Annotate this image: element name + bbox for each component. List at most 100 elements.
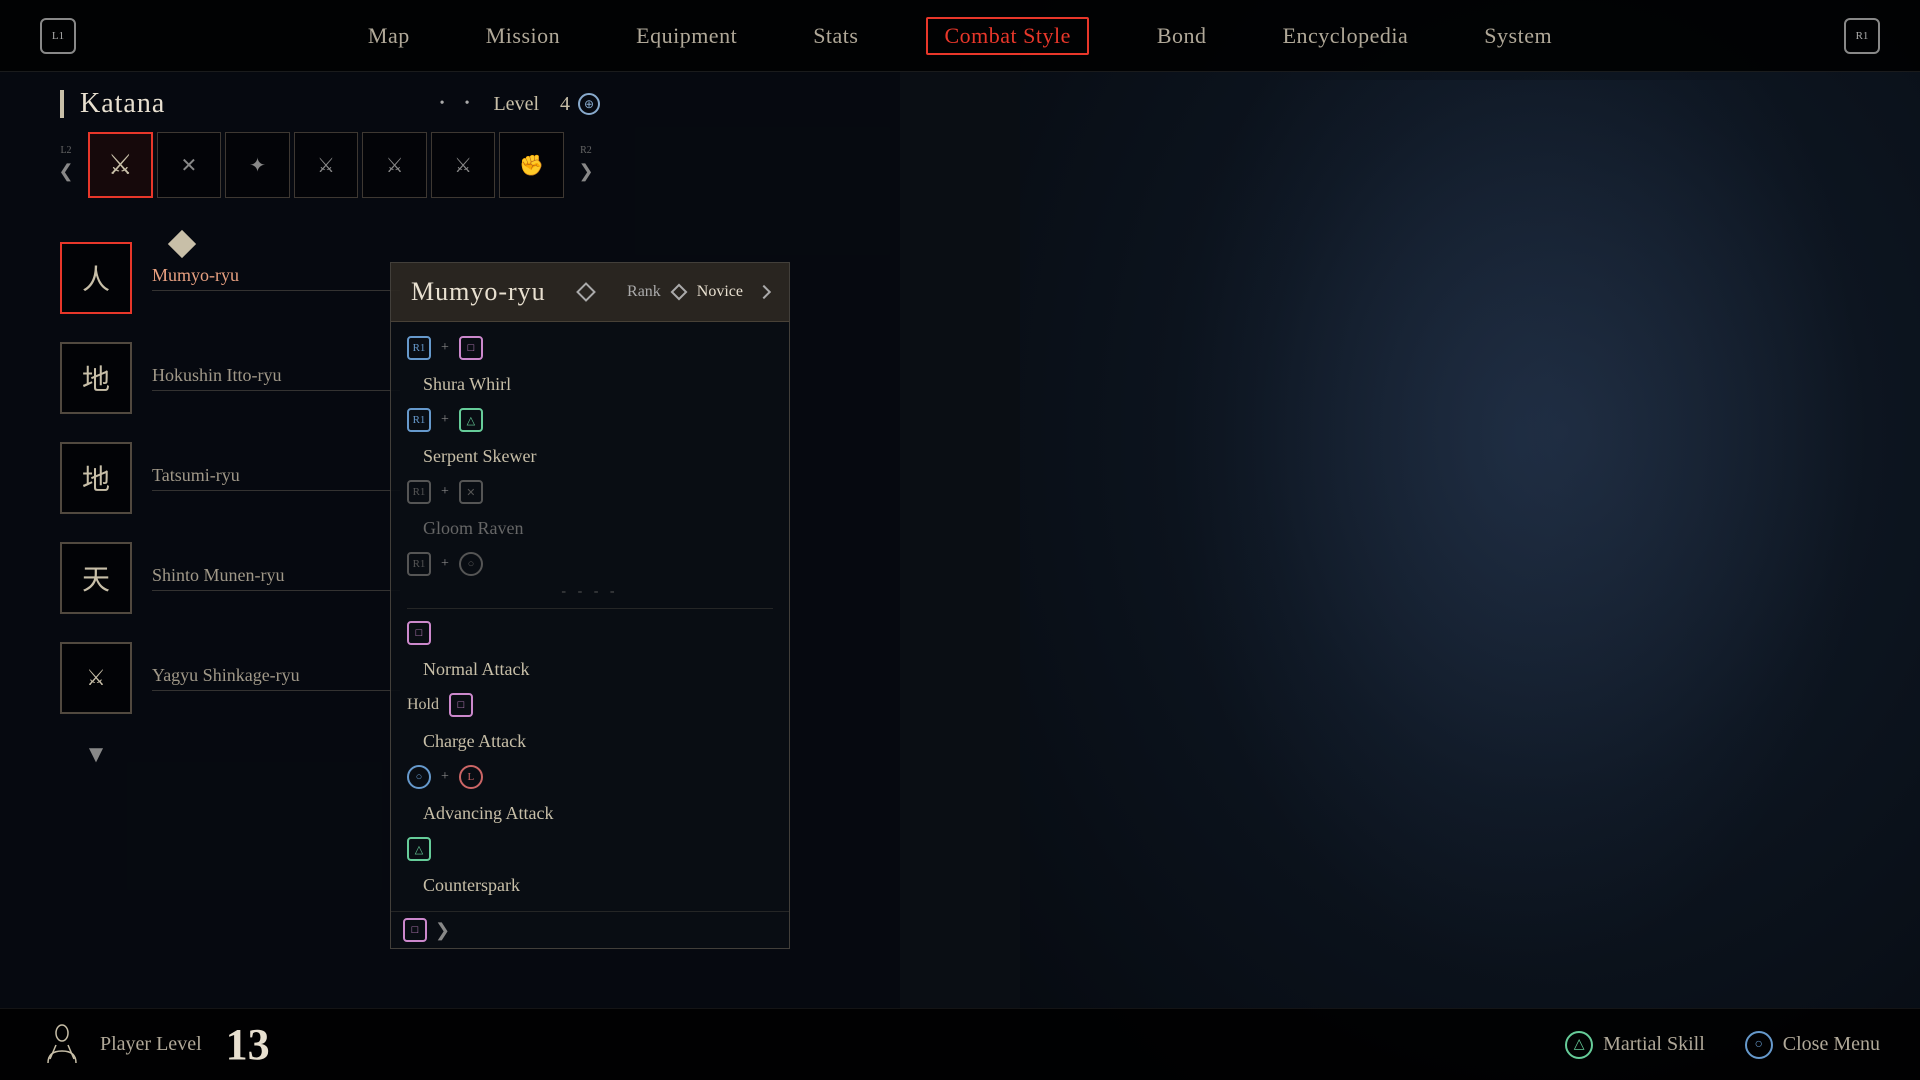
weapon-slot-0[interactable]: ⚔	[88, 132, 153, 198]
nav-map[interactable]: Map	[360, 19, 418, 53]
weapon-slot-5[interactable]: ⚔	[431, 132, 496, 198]
weapon-slot-4-icon: ⚔	[386, 153, 404, 178]
style-item-2[interactable]: 地 Tatsumi-ryu	[60, 442, 400, 514]
player-level-label: Player Level	[100, 1033, 202, 1056]
style-icon-4: ⚔	[60, 642, 132, 714]
skill-row-3[interactable]: R1 + ○	[391, 546, 789, 582]
nav-system[interactable]: System	[1476, 19, 1560, 53]
style-icon-0: 人	[60, 242, 132, 314]
rank-diamond-small	[670, 284, 687, 301]
r1-badge[interactable]: R1	[1844, 18, 1880, 54]
skill-name-row-advance[interactable]: Advancing Attack	[391, 795, 789, 831]
style-icon-text-4: ⚔	[86, 665, 106, 691]
skill-name-row-0[interactable]: Shura Whirl	[391, 366, 789, 402]
style-icon-2: 地	[60, 442, 132, 514]
weapon-title-bar	[60, 90, 64, 118]
skill-name-row-normal[interactable]: Normal Attack	[391, 651, 789, 687]
skill-divider	[407, 608, 773, 609]
skill-name-row-1[interactable]: Serpent Skewer	[391, 438, 789, 474]
style-icon-1: 地	[60, 342, 132, 414]
style-item-3[interactable]: 天 Shinto Munen-ryu	[60, 542, 400, 614]
hold-label: Hold	[407, 696, 439, 714]
weapon-slot-3[interactable]: ⚔	[294, 132, 359, 198]
l-btn-advance: L	[459, 765, 483, 789]
plus-3: +	[441, 556, 449, 572]
square-btn-normal: □	[407, 621, 431, 645]
character-art	[1170, 80, 1870, 980]
skill-name-advance: Advancing Attack	[423, 803, 553, 824]
style-icon-3: 天	[60, 542, 132, 614]
main-content: Katana • • Level 4 ⊕ L2 ❮ ⚔ ✕ ✦	[0, 72, 900, 1008]
r1-btn-0: R1	[407, 336, 431, 360]
level-icon: ⊕	[578, 93, 600, 115]
bottom-bar: Player Level 13 △ Martial Skill ○ Close …	[0, 1008, 1920, 1080]
style-name-1: Hokushin Itto-ryu	[152, 365, 400, 391]
martial-skill-label: Martial Skill	[1603, 1033, 1705, 1056]
detail-panel: Mumyo-ryu Rank Novice R1 + □ Shura Whirl…	[390, 262, 790, 949]
plus-1: +	[441, 412, 449, 428]
styles-down-arrow[interactable]: ▼	[84, 742, 108, 769]
circle-btn-advance: ○	[407, 765, 431, 789]
nav-bond[interactable]: Bond	[1149, 19, 1215, 53]
skill-row-advance[interactable]: ○ + L	[391, 759, 789, 795]
skill-row-2[interactable]: R1 + ✕	[391, 474, 789, 510]
skill-name-1: Serpent Skewer	[423, 446, 536, 467]
rank-label: Rank	[627, 283, 661, 301]
player-level-area: Player Level 13	[40, 1019, 270, 1070]
skill-name-2: Gloom Raven	[423, 518, 524, 539]
cross-btn-2: ✕	[459, 480, 483, 504]
skill-row-charge[interactable]: Hold □	[391, 687, 789, 723]
skill-name-0: Shura Whirl	[423, 374, 511, 395]
style-list: 人 Mumyo-ryu 地 Hokushin Itto-ryu 地 Tatsum…	[60, 242, 400, 769]
nav-equipment[interactable]: Equipment	[628, 19, 745, 53]
empty-row: - - - -	[391, 582, 789, 602]
background	[1020, 0, 1920, 1080]
weapon-slot-2[interactable]: ✦	[225, 132, 290, 198]
weapon-slot-6[interactable]: ✊	[499, 132, 564, 198]
style-icon-text-0: 人	[82, 258, 110, 298]
player-icon	[40, 1023, 84, 1067]
weapon-slot-1[interactable]: ✕	[157, 132, 222, 198]
detail-title: Mumyo-ryu	[411, 277, 546, 307]
nav-mission[interactable]: Mission	[478, 19, 568, 53]
weapon-slot-1-icon: ✕	[181, 153, 198, 178]
style-item-1[interactable]: 地 Hokushin Itto-ryu	[60, 342, 400, 414]
style-item-4[interactable]: ⚔ Yagyu Shinkage-ryu	[60, 642, 400, 714]
martial-skill-action[interactable]: △ Martial Skill	[1565, 1031, 1705, 1059]
nav-encyclopedia[interactable]: Encyclopedia	[1275, 19, 1417, 53]
detail-rank-area: Rank Novice	[627, 283, 769, 301]
circle-btn-3: ○	[459, 552, 483, 576]
footer-square-btn[interactable]: □	[403, 918, 427, 942]
square-btn-charge: □	[449, 693, 473, 717]
weapon-prev-arrow[interactable]: ❮	[52, 158, 80, 186]
weapon-slot-3-icon: ⚔	[317, 153, 335, 178]
l1-badge[interactable]: L1	[40, 18, 76, 54]
weapon-slot-0-icon: ⚔	[108, 148, 133, 182]
weapon-next-arrow[interactable]: ❯	[572, 158, 600, 186]
close-menu-action[interactable]: ○ Close Menu	[1745, 1031, 1880, 1059]
skill-name-row-2[interactable]: Gloom Raven	[391, 510, 789, 546]
player-level-value: 13	[226, 1019, 270, 1070]
rank-diamond-icon	[576, 282, 596, 302]
square-btn-0: □	[459, 336, 483, 360]
skill-row-0[interactable]: R1 + □	[391, 330, 789, 366]
nav-combat-style[interactable]: Combat Style	[926, 17, 1088, 55]
player-svg-icon	[40, 1023, 84, 1067]
skill-name-row-charge[interactable]: Charge Attack	[391, 723, 789, 759]
plus-2: +	[441, 484, 449, 500]
rank-value: Novice	[697, 283, 743, 301]
skill-name-counter: Counterspark	[423, 875, 520, 896]
skill-row-counter[interactable]: △	[391, 831, 789, 867]
nav-stats[interactable]: Stats	[805, 19, 866, 53]
weapon-slot-6-icon: ✊	[519, 153, 544, 178]
r1-btn-2: R1	[407, 480, 431, 504]
weapon-slot-5-icon: ⚔	[454, 153, 472, 178]
skill-name-row-counter[interactable]: Counterspark	[391, 867, 789, 903]
weapon-name: Katana	[80, 88, 165, 120]
weapon-slot-4[interactable]: ⚔	[362, 132, 427, 198]
skill-row-1[interactable]: R1 + △	[391, 402, 789, 438]
footer-arrow[interactable]: ❯	[435, 920, 450, 941]
style-item-0[interactable]: 人 Mumyo-ryu	[60, 242, 400, 314]
style-icon-text-1: 地	[82, 358, 110, 398]
skill-row-normal[interactable]: □	[391, 615, 789, 651]
